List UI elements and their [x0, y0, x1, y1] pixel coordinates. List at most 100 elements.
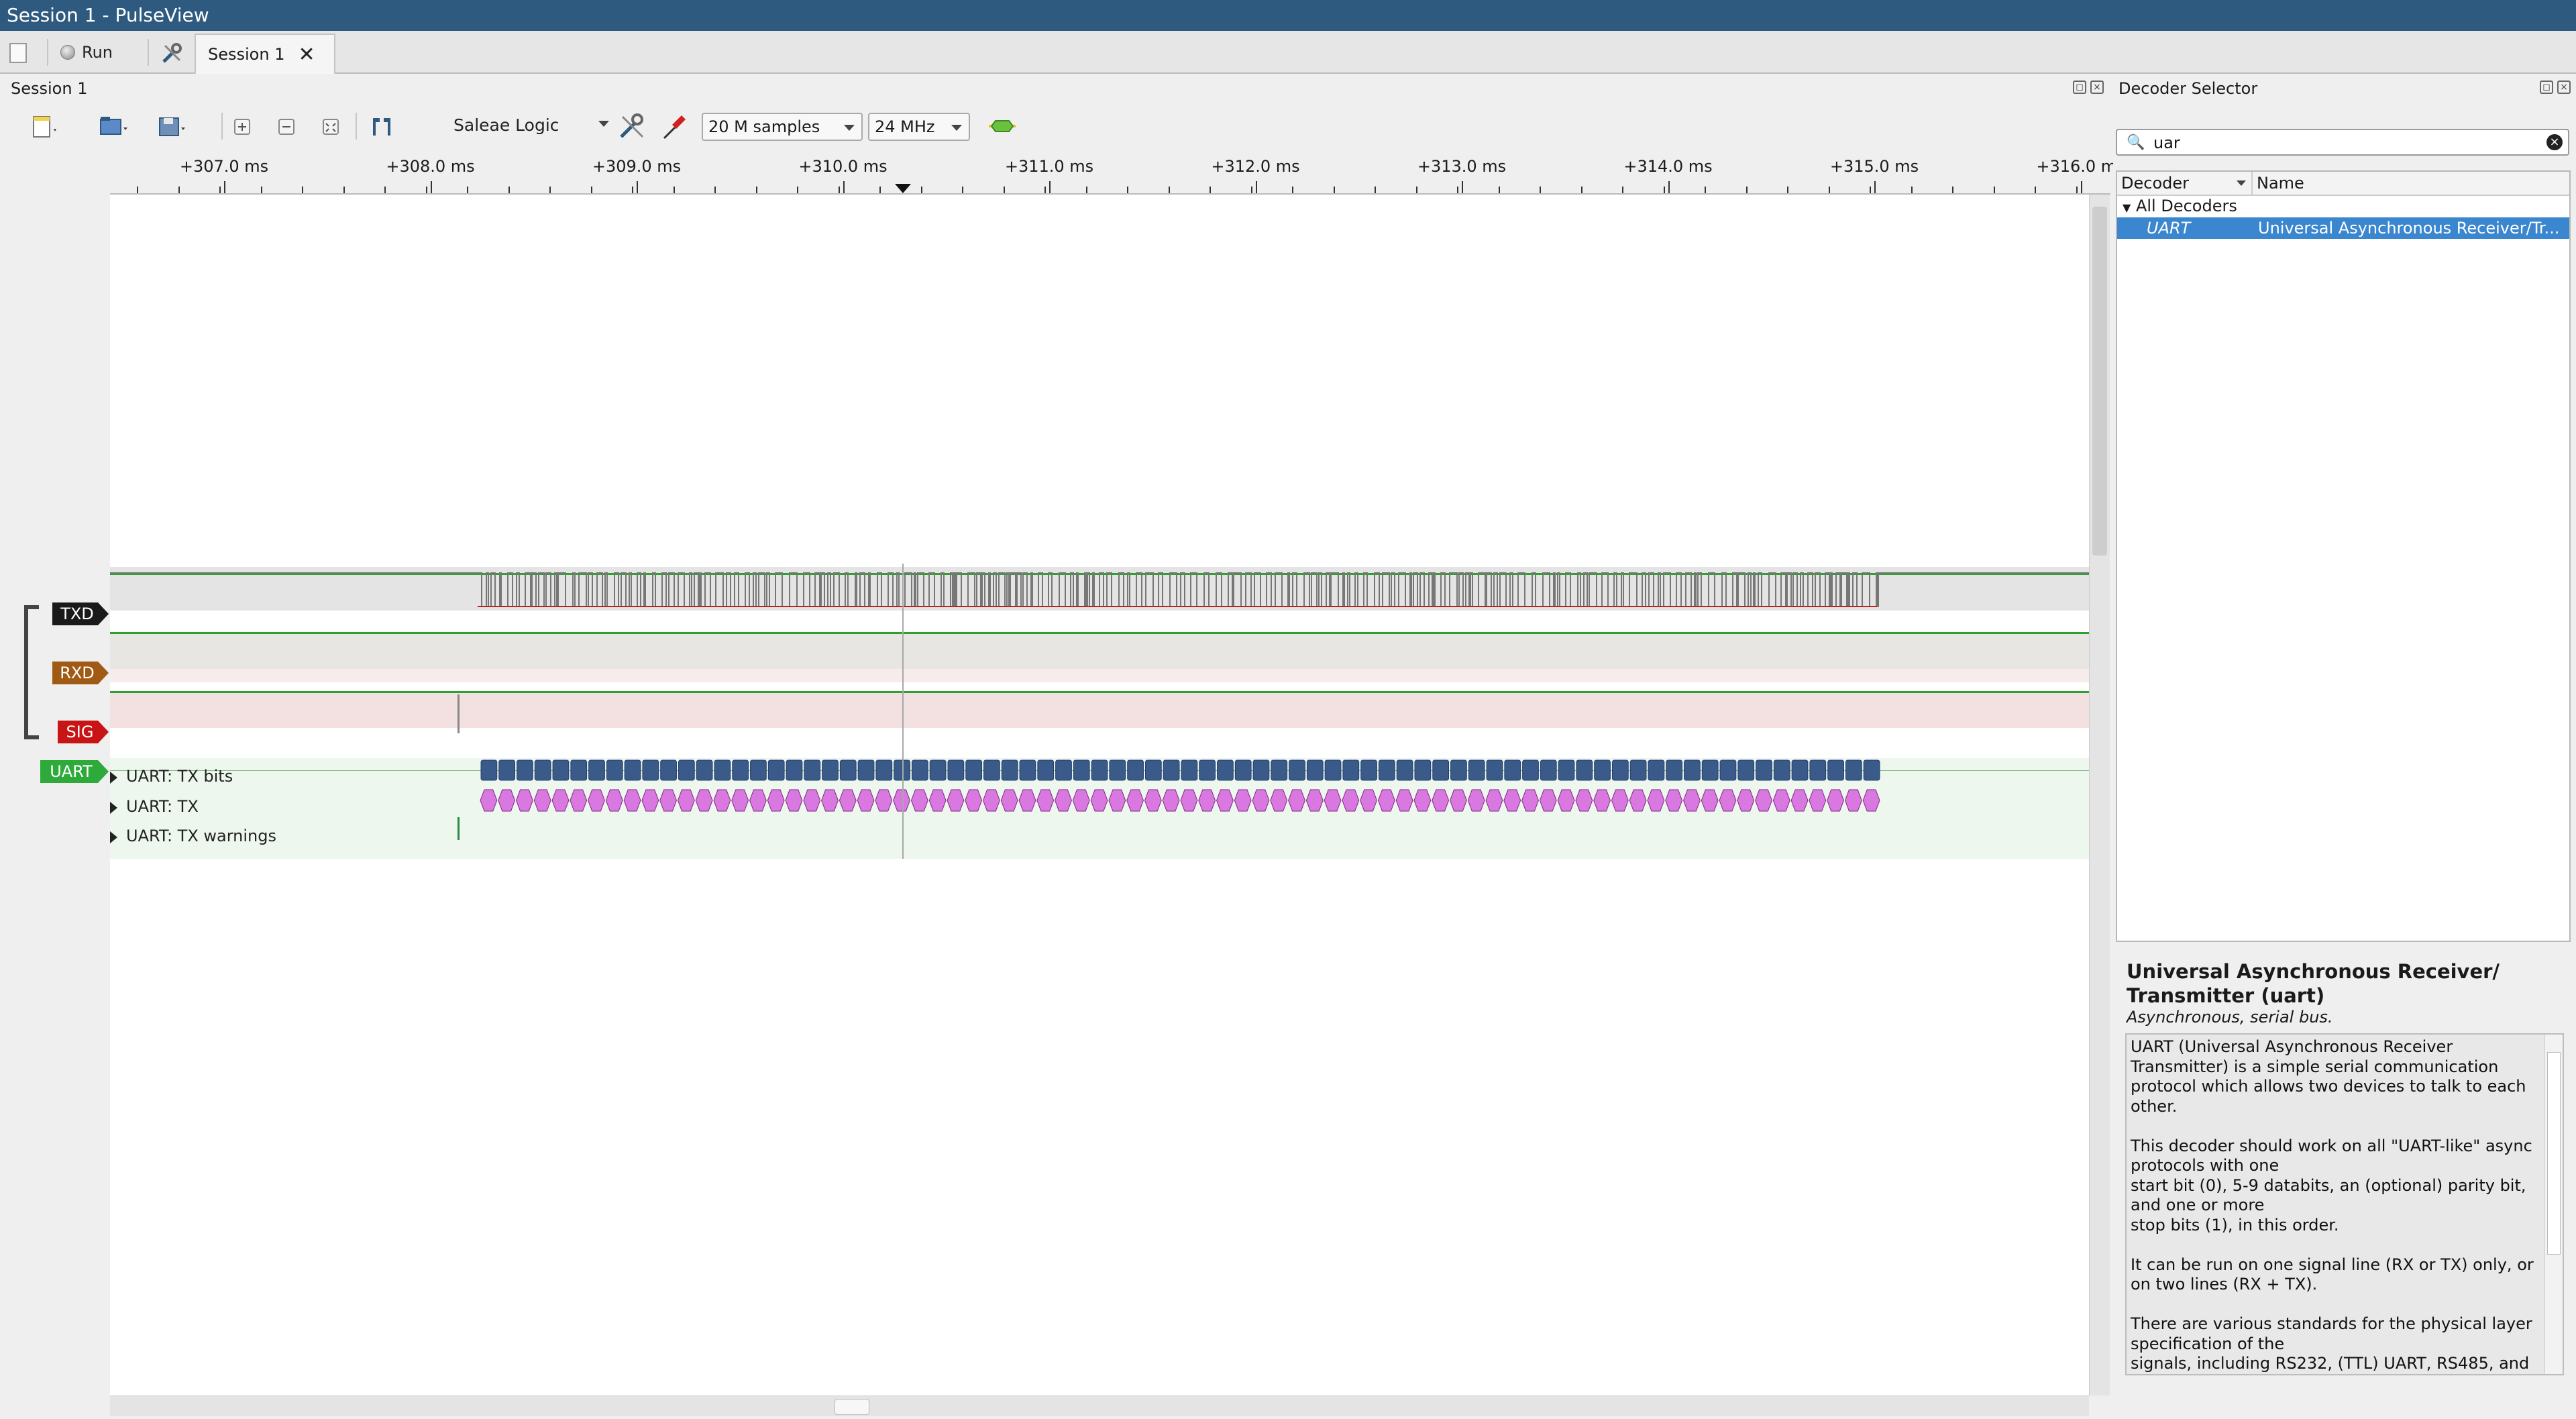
rxd-row-background: [110, 634, 2089, 669]
column-header-name[interactable]: Name: [2257, 172, 2304, 195]
uart-data-block: [1647, 789, 1665, 812]
uart-warning-marker[interactable]: [458, 817, 460, 840]
expand-arrow-icon[interactable]: [110, 802, 117, 814]
uart-tx-bits-row[interactable]: [110, 759, 2089, 783]
close-dock-icon[interactable]: ×: [2090, 81, 2104, 94]
open-file-icon[interactable]: [98, 111, 127, 141]
decoder-row-title: UART: TX: [126, 797, 199, 816]
uart-bit-block: [570, 759, 588, 781]
channel-label-txd[interactable]: TXD: [52, 602, 109, 625]
uart-bit-block: [1019, 759, 1036, 781]
uart-bit-block: [678, 759, 695, 781]
run-label: Run: [82, 43, 113, 62]
ruler-minor-tick: [1911, 187, 1913, 193]
uart-data-block: [1270, 789, 1288, 812]
ruler-major-tick: [1255, 181, 1257, 193]
description-scroll-thumb[interactable]: [2547, 1052, 2561, 1255]
uart-bit-block: [750, 759, 767, 781]
ruler-minor-tick: [755, 187, 757, 193]
horizontal-scroll-thumb[interactable]: [835, 1399, 869, 1415]
decoder-selector-panel: Decoder Selector ◻ × 🔍 × Decoder Name ▼ …: [2113, 75, 2576, 1417]
decoder-label-uart[interactable]: UART: [40, 760, 109, 783]
tree-root-all-decoders[interactable]: ▼ All Decoders: [2123, 196, 2237, 218]
expand-arrow-icon[interactable]: [110, 831, 117, 843]
uart-bit-block: [480, 759, 498, 781]
uart-bit-block: [1001, 759, 1018, 781]
decoder-description-box[interactable]: UART (Universal Asynchronous Receiver Tr…: [2125, 1033, 2564, 1375]
settings-tool-icon[interactable]: [161, 42, 184, 64]
column-separator[interactable]: [2251, 172, 2253, 195]
uart-tx-data-row[interactable]: [110, 788, 2089, 812]
uart-bit-block: [732, 759, 749, 781]
uart-bit-block: [875, 759, 893, 781]
uart-bit-block: [1289, 759, 1305, 781]
uart-data-block: [480, 789, 498, 812]
trace-view[interactable]: UART: TX bits UART: TX UART: TX warnings: [110, 195, 2089, 1396]
trigger-marker-icon: [895, 184, 911, 193]
float-dock-icon[interactable]: ◻: [2073, 81, 2086, 94]
uart-bit-block: [804, 759, 821, 781]
uart-bit-block: [1827, 759, 1844, 781]
uart-data-block: [1809, 789, 1827, 812]
uart-data-block: [1377, 789, 1395, 812]
uart-bit-block: [714, 759, 731, 781]
clear-search-icon[interactable]: ×: [2546, 134, 2563, 150]
uart-bit-block: [552, 759, 570, 781]
channel-label-rxd[interactable]: RXD: [52, 662, 109, 684]
run-button[interactable]: Run: [60, 40, 113, 64]
sample-count-select[interactable]: 20 M samples: [702, 113, 863, 141]
description-scrollbar[interactable]: [2544, 1035, 2563, 1374]
tab-session-1[interactable]: Session 1 ✕: [195, 34, 335, 74]
zoom-in-icon[interactable]: [228, 111, 258, 141]
uart-bit-block: [1144, 759, 1162, 781]
uart-bit-block: [1504, 759, 1521, 781]
channel-label-sig[interactable]: SIG: [58, 721, 109, 743]
probe-config-icon[interactable]: [660, 111, 690, 141]
samplerate-select[interactable]: 24 MHz: [868, 113, 970, 141]
expand-arrow-icon[interactable]: [110, 772, 117, 784]
close-icon[interactable]: ✕: [298, 43, 315, 66]
save-file-icon[interactable]: [157, 111, 186, 141]
time-cursor[interactable]: [902, 564, 904, 859]
uart-data-block: [1342, 789, 1360, 812]
zoom-out-icon[interactable]: [272, 111, 302, 141]
decoder-search-box[interactable]: 🔍 ×: [2116, 129, 2569, 156]
add-decoder-icon[interactable]: [987, 111, 1017, 141]
horizontal-scrollbar[interactable]: [110, 1396, 2089, 1416]
vertical-scroll-thumb[interactable]: [2092, 207, 2107, 556]
ruler-tick-label: +315.0 ms: [1829, 157, 1919, 176]
cursors-icon[interactable]: [369, 111, 398, 141]
configure-device-icon[interactable]: [617, 111, 647, 141]
uart-data-block: [1737, 789, 1755, 812]
uart-bit-block: [660, 759, 677, 781]
float-dock-icon[interactable]: ◻: [2540, 81, 2553, 94]
close-dock-icon[interactable]: ×: [2557, 81, 2571, 94]
collapse-arrow-icon[interactable]: ▼: [2123, 201, 2131, 214]
vertical-scrollbar[interactable]: [2089, 195, 2110, 1396]
uart-bit-block: [1414, 759, 1432, 781]
decoder-search-input[interactable]: [2152, 132, 2530, 154]
uart-bit-block: [1432, 759, 1450, 781]
ruler-minor-tick: [1828, 187, 1830, 193]
time-ruler[interactable]: +307.0 ms +308.0 ms +309.0 ms +310.0 ms +311…: [110, 150, 2125, 195]
ruler-minor-tick: [1663, 187, 1665, 193]
zoom-fit-icon[interactable]: [317, 111, 346, 141]
ruler-minor-tick: [714, 187, 716, 193]
uart-data-block: [1593, 789, 1611, 812]
column-header-decoder[interactable]: Decoder: [2121, 172, 2189, 195]
separator: [356, 113, 357, 140]
uart-data-block: [785, 789, 803, 812]
decoder-list-item-uart[interactable]: UART Universal Asynchronous Receiver/Tr.…: [2117, 217, 2569, 239]
uart-bit-block: [1773, 759, 1790, 781]
new-session-icon[interactable]: [30, 111, 59, 141]
uart-data-block: [1557, 789, 1575, 812]
ruler-minor-tick: [1952, 187, 1953, 193]
new-tab-icon[interactable]: [9, 43, 27, 63]
uart-data-block: [1072, 789, 1090, 812]
uart-bit-block: [1306, 759, 1324, 781]
ruler-minor-tick: [1622, 187, 1623, 193]
uart-bit-block: [983, 759, 1000, 781]
decoder-list[interactable]: Decoder Name ▼ All Decoders UART Univers…: [2116, 170, 2571, 942]
device-selector[interactable]: Saleae Logic: [453, 115, 559, 135]
uart-bit-block: [534, 759, 551, 781]
